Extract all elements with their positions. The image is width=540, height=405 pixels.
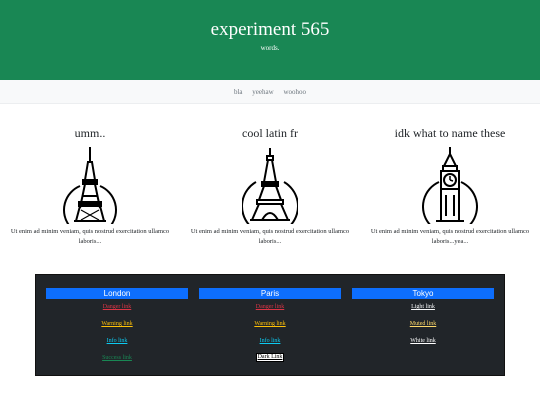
danger-link[interactable]: Danger link [199,303,341,311]
warning-link[interactable]: Warning link [46,320,188,328]
column-text: Ut enim ad minim veniam, quis nostrud ex… [370,228,530,245]
column-text: Ut enim ad minim veniam, quis nostrud ex… [10,228,170,245]
tokyo-tower-icon [63,147,117,224]
danger-link[interactable]: Danger link [46,303,188,311]
eiffel-tower-icon [242,148,298,224]
navbar: bla yeehaw woohoo [0,80,540,104]
info-link[interactable]: Info link [199,337,341,345]
page-title: experiment 565 [210,19,330,40]
links-panel: London Danger link Warning link Info lin… [35,274,505,376]
white-link[interactable]: White link [352,337,494,345]
feature-column-2: cool latin fr Ut enim ad minim veniam, q… [180,126,360,245]
feature-column-1: umm.. Ut enim ad minim veniam, quis nost… [0,126,180,245]
hero-banner: experiment 565 words. [0,0,540,80]
warning-link[interactable]: Warning link [199,320,341,328]
nav-item-yeehaw[interactable]: yeehaw [252,88,273,96]
success-link[interactable]: Success link [46,354,188,362]
light-link[interactable]: Light link [352,303,494,311]
column-title: cool latin fr [242,126,298,140]
city-card-tokyo: Tokyo Light link Muted link White link [352,288,494,344]
column-title: umm.. [74,126,106,140]
info-link[interactable]: Info link [46,337,188,345]
feature-column-3: idk what to name these Ut enim ad minim … [360,126,540,245]
city-card-paris: Paris Danger link Warning link Info link… [199,288,341,362]
city-header: London [46,288,188,299]
column-title: idk what to name these [394,126,506,140]
nav-item-woohoo[interactable]: woohoo [283,88,306,96]
muted-link[interactable]: Muted link [352,320,494,328]
city-header: Tokyo [352,288,494,299]
dark-link[interactable]: Dark Link [256,353,284,362]
city-card-london: London Danger link Warning link Info lin… [46,288,188,361]
nav-item-bla[interactable]: bla [234,88,243,96]
city-header: Paris [199,288,341,299]
column-text: Ut enim ad minim veniam, quis nostrud ex… [190,228,350,245]
big-ben-icon [422,147,478,224]
page-subtitle: words. [260,44,280,52]
